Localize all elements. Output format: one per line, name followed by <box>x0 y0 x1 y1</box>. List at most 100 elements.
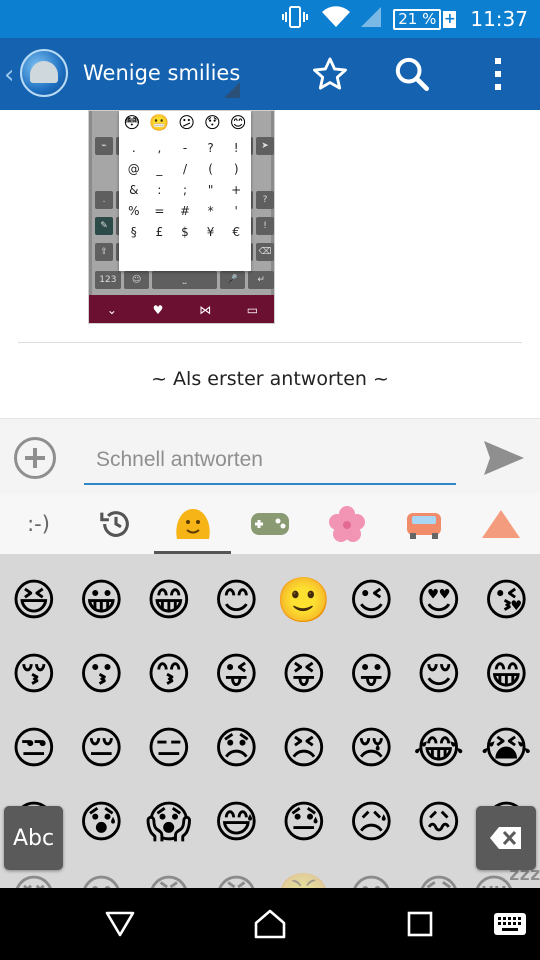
attached-screenshot[interactable]: ⌁ ➤ .? ✎! ⇧ ⌫ 123 ☺ ⎵ 🎤 ↵ 😳 😬 😕 😯 😊 ., -?! @ _ /()… <box>88 110 275 324</box>
emoji-key[interactable]: 😆 <box>0 564 68 638</box>
emoji-key[interactable]: 😙 <box>135 638 203 712</box>
emoji-key[interactable]: 😤 <box>270 860 338 889</box>
keyboard-icon <box>494 913 526 935</box>
backspace-button[interactable] <box>476 806 536 870</box>
emoji-key[interactable]: 😁 <box>135 564 203 638</box>
status-bar: 21 % + 11:37 <box>0 0 540 38</box>
emoji-key[interactable]: 😘 <box>473 564 540 638</box>
add-attachment-button[interactable] <box>14 437 56 479</box>
search-button[interactable] <box>388 50 436 98</box>
screenshot-symbol-key: % <box>128 204 140 218</box>
emoji-key[interactable]: 😓 <box>270 786 338 860</box>
app-logo[interactable] <box>20 49 68 97</box>
send-button[interactable] <box>482 439 526 477</box>
screenshot-key: ↵ <box>248 271 274 289</box>
emoji-key[interactable]: 😛 <box>338 638 406 712</box>
tab-recent[interactable] <box>77 494 154 554</box>
screenshot-key: 123 <box>95 271 121 289</box>
emoji-key[interactable]: 😭 <box>473 712 540 786</box>
screenshot-symbol-key: @ <box>127 162 140 176</box>
thread-content: ⌁ ➤ .? ✎! ⇧ ⌫ 123 ☺ ⎵ 🎤 ↵ 😳 😬 😕 😯 😊 ., -?! @ _ /()… <box>0 110 540 420</box>
emoji-key[interactable]: 😠 <box>135 860 203 889</box>
tab-symbols[interactable] <box>462 494 539 554</box>
favorite-button[interactable] <box>306 50 354 98</box>
screenshot-emoji: 😯 <box>204 113 221 132</box>
tab-emoticons[interactable]: :-) <box>0 494 77 554</box>
screenshot-symbol-key: + <box>231 183 242 197</box>
home-button[interactable] <box>246 902 294 946</box>
more-vert-icon <box>495 58 501 90</box>
screenshot-symbol-key: & <box>129 183 139 197</box>
back-chevron-icon[interactable]: ‹ <box>4 60 14 90</box>
emoji-key[interactable]: 😡 <box>203 860 271 889</box>
keyboard-switch-button[interactable] <box>486 902 534 946</box>
tab-smileys[interactable] <box>154 494 231 554</box>
smiley-face-icon <box>175 509 210 539</box>
emoji-key[interactable]: 😉 <box>338 564 406 638</box>
emoji-key[interactable]: 😞 <box>203 712 271 786</box>
emoji-key[interactable]: 😗 <box>68 638 136 712</box>
emoji-key[interactable]: 😜 <box>203 638 271 712</box>
emoji-key[interactable]: 😌 <box>405 638 473 712</box>
screenshot-keyboard: ⌁ ➤ .? ✎! ⇧ ⌫ 123 ☺ ⎵ 🎤 ↵ 😳 😬 😕 😯 😊 ., -?! @ _ /()… <box>92 111 274 295</box>
quick-reply-input[interactable] <box>84 437 456 485</box>
emoji-key[interactable]: 😂 <box>405 712 473 786</box>
emoji-key[interactable]: 🙂 <box>270 564 338 638</box>
charging-plus-icon: + <box>443 10 457 28</box>
send-icon <box>484 441 524 475</box>
abc-keyboard-button[interactable]: Abc <box>4 806 63 870</box>
emoji-key[interactable]: 😊 <box>203 564 271 638</box>
android-icon <box>30 61 58 83</box>
emoji-category-tabs: :-) <box>0 494 540 554</box>
bow-icon: ⋈ <box>199 303 212 317</box>
emoji-key[interactable]: 😔 <box>68 712 136 786</box>
heart-icon: ♥ <box>152 303 164 317</box>
emoji-key[interactable]: 😖 <box>405 786 473 860</box>
wifi-icon <box>321 5 351 33</box>
emoji-key[interactable]: 😅 <box>203 786 271 860</box>
screenshot-symbol-key: £ <box>155 225 164 239</box>
battery-percent: 21 % <box>398 9 437 28</box>
clock: 11:37 <box>470 7 528 31</box>
emoji-key[interactable]: 😶 <box>338 860 406 889</box>
emoji-key[interactable]: 😚 <box>0 638 68 712</box>
emoji-key[interactable]: 😥 <box>338 786 406 860</box>
emoji-key[interactable]: 😐 <box>68 860 136 889</box>
emoji-key[interactable]: 😑 <box>135 712 203 786</box>
back-icon <box>105 911 135 937</box>
signal-icon <box>359 5 383 33</box>
screenshot-symbol-key: _ <box>156 162 163 176</box>
emoji-key[interactable]: 😝 <box>270 638 338 712</box>
recents-button[interactable] <box>396 902 444 946</box>
back-button[interactable] <box>96 902 144 946</box>
emoji-grid: 😆😀😁😊🙂😉😍😘😚😗😙😜😝😛😌😁😒😔😑😞😣😢😂😭😫😰😱😅😓😥😖😪😵😐😠😡😤😶😷😴 <box>0 564 540 889</box>
emoji-key[interactable]: 😰 <box>68 786 136 860</box>
tab-activities[interactable] <box>231 494 308 554</box>
screenshot-symbol-key: ? <box>207 141 214 155</box>
screenshot-symbol-key: § <box>130 225 137 239</box>
emoji-key[interactable]: 😷 <box>405 860 473 889</box>
emoji-key[interactable]: 😣 <box>270 712 338 786</box>
home-icon <box>254 909 286 939</box>
backspace-icon <box>490 827 521 849</box>
tab-nature[interactable] <box>308 494 385 554</box>
screenshot-symbol-key: ! <box>233 141 239 155</box>
symbols-triangle-icon <box>481 510 520 538</box>
screenshot-symbol-key: € <box>232 225 241 239</box>
emoji-key[interactable]: 😀 <box>68 564 136 638</box>
screenshot-symbol-key: - <box>182 141 188 155</box>
first-answer-link[interactable]: ~ Als erster antworten ~ <box>0 368 540 390</box>
screenshot-symbol-key: ( <box>208 162 213 176</box>
emoji-key[interactable]: 😱 <box>135 786 203 860</box>
tab-travel[interactable] <box>385 494 462 554</box>
emoji-key[interactable]: 😁 <box>473 638 540 712</box>
app-bar: ‹ Wenige smilies <box>0 38 540 110</box>
emoji-key[interactable]: 😍 <box>405 564 473 638</box>
emoji-key[interactable]: 😒 <box>0 712 68 786</box>
emoji-keyboard: 😆😀😁😊🙂😉😍😘😚😗😙😜😝😛😌😁😒😔😑😞😣😢😂😭😫😰😱😅😓😥😖😪😵😐😠😡😤😶😷😴… <box>0 554 540 888</box>
emoji-key[interactable]: 😢 <box>338 712 406 786</box>
screenshot-symbol-key: ; <box>182 183 188 197</box>
screenshot-emoji: 😬 <box>149 113 170 132</box>
overflow-menu-button[interactable] <box>474 50 522 98</box>
screenshot-symbol-key: ) <box>233 162 239 176</box>
